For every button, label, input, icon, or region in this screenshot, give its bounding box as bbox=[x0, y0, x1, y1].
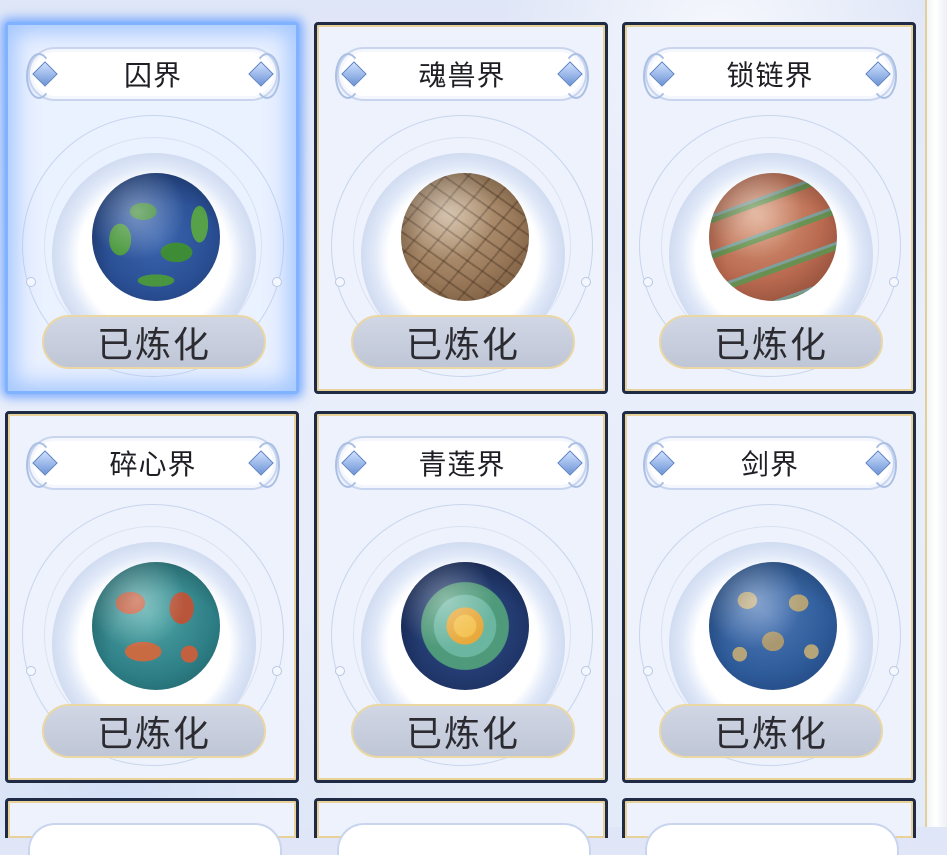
realm-card-qinglianjie[interactable]: 青莲界 已炼化 bbox=[314, 411, 608, 783]
realm-name: 魂兽界 bbox=[418, 59, 506, 92]
realm-name: 锁链界 bbox=[726, 59, 814, 92]
realm-name-plate: 青莲界 bbox=[335, 436, 589, 490]
refined-status-badge: 已炼化 bbox=[351, 315, 575, 369]
refined-status-badge: 已炼化 bbox=[659, 315, 883, 369]
realm-card-suolianjie[interactable]: 锁链界 已炼化 bbox=[622, 22, 916, 394]
planet-lotus-blue-icon bbox=[401, 562, 529, 690]
decor-dot bbox=[581, 277, 591, 287]
decor-dot bbox=[581, 666, 591, 676]
realm-name-plate: 囚界 bbox=[26, 47, 280, 101]
realm-name-plate: 魂兽界 bbox=[335, 47, 589, 101]
decor-dot bbox=[335, 666, 345, 676]
decor-dot bbox=[26, 277, 36, 287]
decor-dot bbox=[26, 666, 36, 676]
realm-name-plate: 碎心界 bbox=[26, 436, 280, 490]
refined-status-badge: 已炼化 bbox=[659, 704, 883, 758]
decor-dot bbox=[272, 277, 282, 287]
scrollbar-rail[interactable] bbox=[925, 0, 947, 827]
realm-card-qiujie[interactable]: 囚界 已炼化 bbox=[5, 22, 299, 394]
decor-dot bbox=[889, 277, 899, 287]
planet-sword-blue-icon bbox=[709, 562, 837, 690]
refined-status-badge: 已炼化 bbox=[42, 704, 266, 758]
planet-cracked-earth-icon bbox=[401, 173, 529, 301]
status-text: 已炼化 bbox=[405, 325, 520, 366]
refined-status-badge: 已炼化 bbox=[42, 315, 266, 369]
realm-card-hunshoujie[interactable]: 魂兽界 已炼化 bbox=[314, 22, 608, 394]
status-text: 已炼化 bbox=[713, 325, 828, 366]
planet-chained-red-icon bbox=[709, 173, 837, 301]
decor-dot bbox=[335, 277, 345, 287]
realm-card-partial[interactable] bbox=[314, 798, 608, 855]
realm-name-plate: 锁链界 bbox=[643, 47, 897, 101]
decor-dot bbox=[643, 666, 653, 676]
realm-name: 青莲界 bbox=[418, 448, 506, 481]
planet-shattered-teal-icon bbox=[92, 562, 220, 690]
status-text: 已炼化 bbox=[405, 714, 520, 755]
planet-ocean-green-icon bbox=[92, 173, 220, 301]
status-text: 已炼化 bbox=[713, 714, 828, 755]
status-text: 已炼化 bbox=[96, 325, 211, 366]
status-text: 已炼化 bbox=[96, 714, 211, 755]
realm-card-partial[interactable] bbox=[622, 798, 916, 855]
realm-card-jianjie[interactable]: 剑界 已炼化 bbox=[622, 411, 916, 783]
realm-name: 囚界 bbox=[123, 59, 182, 92]
realm-card-suixinjie[interactable]: 碎心界 已炼化 bbox=[5, 411, 299, 783]
realm-name: 碎心界 bbox=[109, 448, 197, 481]
decor-dot bbox=[272, 666, 282, 676]
refined-status-badge: 已炼化 bbox=[351, 704, 575, 758]
decor-dot bbox=[643, 277, 653, 287]
realm-name: 剑界 bbox=[740, 448, 799, 481]
decor-dot bbox=[889, 666, 899, 676]
realm-name-plate: 剑界 bbox=[643, 436, 897, 490]
realm-card-partial[interactable] bbox=[5, 798, 299, 855]
